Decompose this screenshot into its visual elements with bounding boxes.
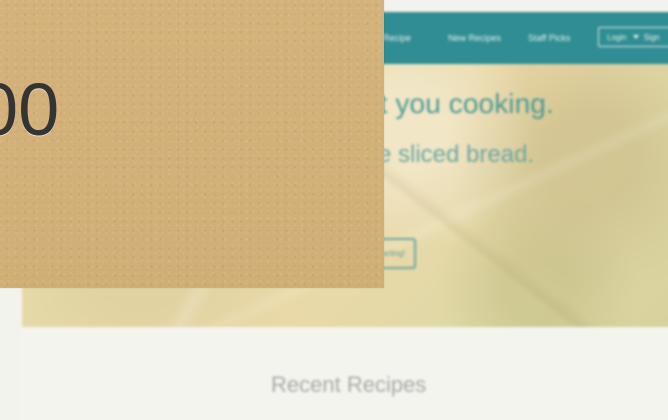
hero-subtitle: e sliced bread. (378, 141, 535, 168)
section-title: Recent Recipes (271, 372, 427, 397)
hero-title: et you cooking. (364, 88, 554, 119)
nav-item-new-recipes[interactable]: New Recipes (448, 12, 501, 64)
overlay-value: 00 (0, 68, 60, 151)
signup-label: Sign (643, 32, 660, 42)
chevron-down-icon (632, 35, 639, 39)
recent-recipes-section: Recent Recipes (22, 327, 668, 420)
overlay-card: 00 (0, 0, 384, 288)
nav-item-staff-picks[interactable]: Staff Picks (528, 12, 570, 64)
login-label: Login (607, 32, 627, 42)
screenshot-stage: y Recipe New Recipes Staff Picks Login S… (0, 0, 668, 420)
login-signup-control[interactable]: Login Sign (598, 27, 668, 47)
